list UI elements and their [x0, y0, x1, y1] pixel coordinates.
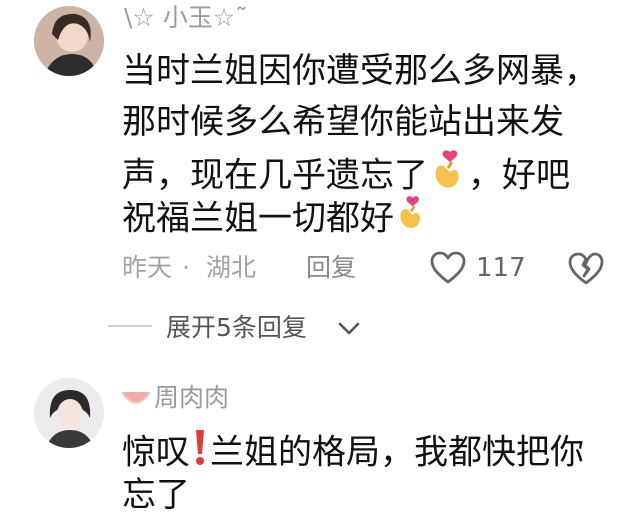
comment-text-fragment: 祝福兰姐一切都好 — [122, 198, 394, 239]
like-count: 117 — [476, 253, 526, 283]
comment-text-line: 当时兰姐因你遭受那么多网暴， — [122, 51, 598, 91]
comment-time: 昨天 — [122, 253, 173, 282]
comment-text-fragment: 惊叹 — [122, 432, 190, 473]
comment-text-fragment: 兰姐的格局，我都快把你 — [210, 432, 584, 473]
broken-heart-icon — [568, 252, 604, 285]
dislike-button[interactable] — [568, 252, 604, 286]
heart-outline-icon — [430, 251, 466, 284]
like-button[interactable] — [430, 251, 466, 285]
comment-text-line: 忘了 — [122, 475, 190, 515]
comment-text-line: 祝福兰姐一切都好 — [122, 192, 428, 248]
avatar-image-icon — [34, 378, 104, 448]
comment-username[interactable]: 周肉肉 — [154, 382, 229, 414]
avatar[interactable] — [34, 6, 104, 76]
avatar[interactable] — [34, 378, 104, 448]
watermelon-icon — [120, 386, 152, 414]
chevron-down-icon[interactable] — [336, 318, 362, 338]
comment-text-line: 惊叹 兰姐的格局，我都快把你 — [122, 426, 584, 482]
reply-button[interactable]: 回复 — [306, 248, 356, 288]
meta-dot: · — [182, 253, 190, 282]
comment-username[interactable]: \☆ 小玉☆˜ — [124, 2, 248, 34]
exclamation-emoji-icon — [190, 426, 210, 482]
heart-hand-emoji-icon — [394, 192, 428, 248]
heart-hand-emoji-icon — [428, 148, 468, 206]
comment-text-fragment: 声，现在几乎遗忘了 — [122, 155, 428, 196]
expand-replies-button[interactable]: 展开5条回复 — [166, 308, 307, 348]
comment-text-line: 那时候多么希望你能站出来发 — [122, 102, 564, 142]
replies-divider — [108, 325, 152, 327]
comment-text-fragment: ，好吧 — [468, 155, 570, 196]
comment-location: 湖北 — [206, 253, 257, 282]
avatar-image-icon — [34, 6, 104, 76]
